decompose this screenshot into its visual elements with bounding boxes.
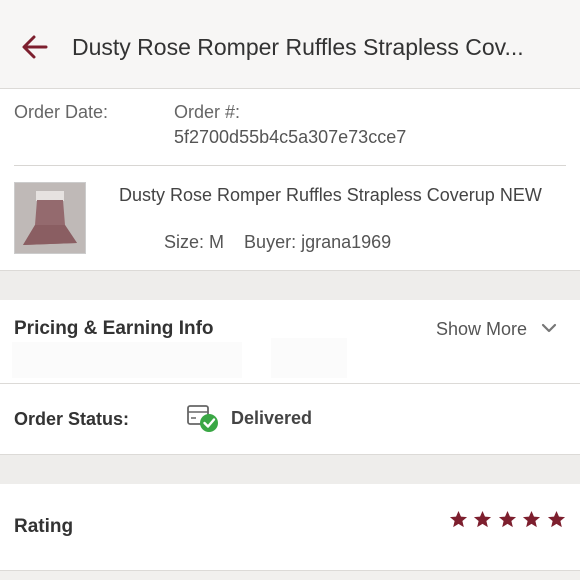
order-status-label: Order Status: (14, 409, 130, 429)
redacted-block (88, 232, 158, 257)
item-thumbnail[interactable] (14, 182, 86, 254)
order-date-value-redacted (14, 120, 133, 158)
order-card: Order Date: Order #: 5f2700d55b4c5a307e7… (0, 89, 580, 271)
chevron-down-icon[interactable] (541, 322, 557, 334)
star-icon (498, 510, 516, 528)
item-meta: Size: M Buyer: jgrana1969 (164, 232, 391, 253)
section-gap (0, 455, 580, 484)
rating-label: Rating (14, 516, 74, 537)
redacted-block (271, 338, 347, 378)
arrow-left-icon[interactable] (18, 30, 52, 64)
page-title: Dusty Rose Romper Ruffles Strapless Cov.… (72, 34, 524, 60)
star-rating (449, 510, 567, 534)
pricing-title: Pricing & Earning Info (14, 318, 214, 339)
show-more-button[interactable]: Show More (436, 319, 527, 340)
divider (14, 165, 566, 166)
app-header: Dusty Rose Romper Ruffles Strapless Cov.… (0, 0, 580, 89)
order-status-value: Delivered (231, 408, 313, 428)
star-icon (547, 510, 565, 528)
section-gap (0, 271, 580, 300)
dress-image (15, 183, 85, 253)
item-title[interactable]: Dusty Rose Romper Ruffles Strapless Cove… (119, 182, 559, 208)
item-buyer[interactable]: Buyer: jgrana1969 (244, 232, 391, 252)
package-delivered-icon (187, 405, 218, 432)
order-number-value: 5f2700d55b4c5a307e73cce7 (174, 127, 407, 147)
star-icon (474, 510, 492, 528)
order-status-section: Order Status: Delivered (0, 384, 580, 455)
redacted-block (12, 342, 242, 378)
star-icon (449, 510, 468, 528)
pricing-section[interactable]: Pricing & Earning Info Show More (0, 300, 580, 384)
rating-section: Rating (0, 484, 580, 571)
star-icon (523, 510, 541, 528)
item-size: Size: M (164, 232, 225, 252)
order-number-label: Order #: (174, 102, 241, 122)
